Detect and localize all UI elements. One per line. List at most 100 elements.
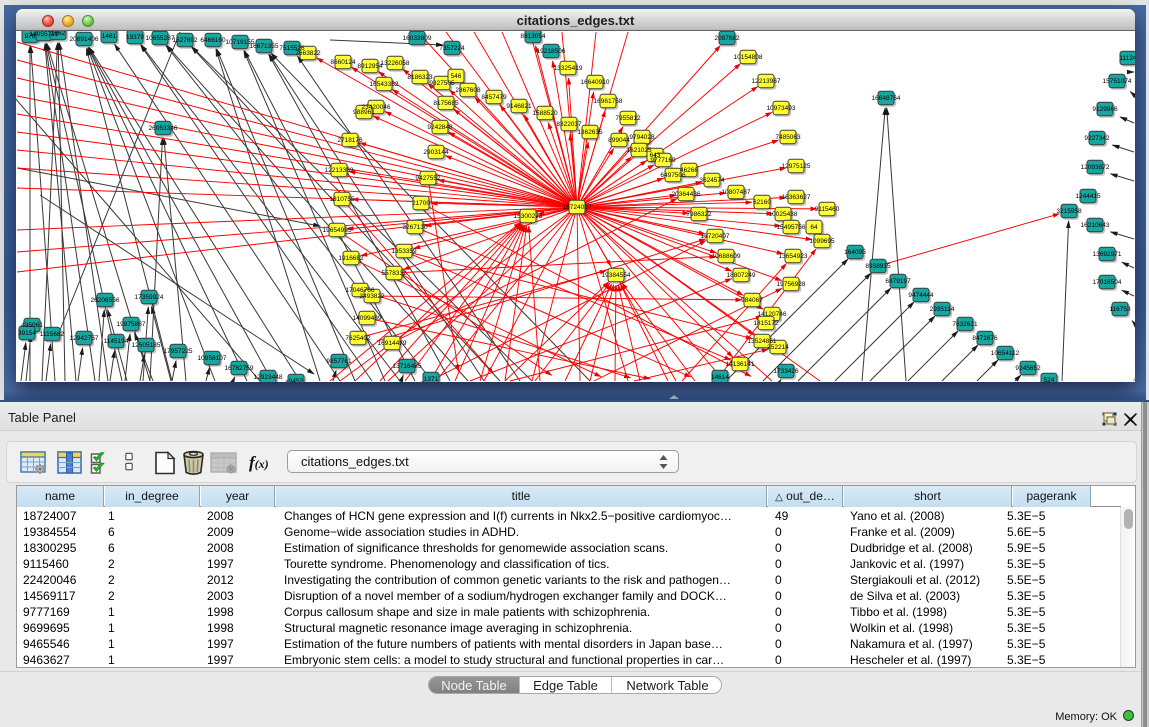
- svg-text:1115682: 1115682: [40, 331, 65, 338]
- svg-text:16543362: 16543362: [370, 81, 399, 88]
- svg-text:12093872: 12093872: [1081, 164, 1110, 171]
- svg-text:10655287: 10655287: [146, 35, 175, 42]
- svg-text:10973493: 10973493: [767, 105, 796, 112]
- svg-text:164095: 164095: [844, 249, 866, 256]
- svg-text:9115460: 9115460: [815, 206, 840, 213]
- svg-text:9227342: 9227342: [1084, 135, 1110, 142]
- svg-text:12213369: 12213369: [325, 167, 354, 174]
- svg-text:19975867: 19975867: [117, 321, 146, 328]
- svg-text:14614: 14614: [711, 374, 729, 381]
- svg-text:14099489: 14099489: [353, 315, 382, 322]
- svg-text:2087682: 2087682: [714, 35, 740, 42]
- svg-text:64: 64: [810, 224, 818, 231]
- svg-text:1244415: 1244415: [1075, 193, 1101, 200]
- svg-text:15751074: 15751074: [1103, 78, 1132, 85]
- svg-text:252214: 252214: [767, 344, 789, 351]
- svg-text:10688609: 10688609: [712, 253, 741, 260]
- svg-text:1527602: 1527602: [172, 37, 198, 44]
- svg-text:14120746: 14120746: [758, 311, 787, 318]
- svg-text:2935114: 2935114: [930, 306, 955, 313]
- svg-text:16648764: 16648764: [872, 95, 901, 102]
- svg-text:9794028: 9794028: [629, 134, 655, 141]
- svg-text:1353359: 1353359: [391, 248, 417, 255]
- svg-text:26053346: 26053346: [149, 125, 178, 132]
- svg-text:10958107: 10958107: [198, 355, 227, 362]
- svg-text:7955812: 7955812: [615, 115, 641, 122]
- svg-text:16210643: 16210643: [1081, 222, 1110, 229]
- svg-text:9245652: 9245652: [1015, 365, 1041, 372]
- svg-text:1862: 1862: [51, 31, 66, 37]
- svg-text:12975125: 12975125: [782, 163, 811, 170]
- svg-text:39154: 39154: [18, 330, 36, 337]
- svg-text:11124: 11124: [1119, 55, 1135, 62]
- svg-text:16671355: 16671355: [250, 43, 279, 50]
- svg-text:26206556: 26206556: [91, 297, 120, 304]
- svg-text:15495756: 15495756: [777, 224, 806, 231]
- svg-text:18807249: 18807249: [727, 272, 756, 279]
- svg-text:14136141: 14136141: [726, 361, 755, 368]
- svg-text:16782759: 16782759: [225, 365, 254, 372]
- svg-text:988961: 988961: [353, 109, 375, 116]
- svg-text:12942757: 12942757: [70, 335, 99, 342]
- svg-text:13226058: 13226058: [381, 60, 410, 67]
- svg-text:20364436: 20364436: [672, 191, 701, 198]
- svg-text:15300273: 15300273: [514, 213, 543, 220]
- svg-text:12213967: 12213967: [752, 78, 781, 85]
- svg-text:12505185: 12505185: [132, 342, 161, 349]
- svg-text:3493822: 3493822: [359, 293, 385, 300]
- svg-text:2903144: 2903144: [423, 149, 449, 156]
- svg-text:19379: 19379: [126, 34, 144, 41]
- svg-text:8175685: 8175685: [433, 100, 459, 107]
- svg-text:17359924: 17359924: [135, 294, 164, 301]
- svg-text:6466160: 6466160: [200, 37, 226, 44]
- svg-text:7485063: 7485063: [775, 134, 801, 141]
- svg-text:10025438: 10025438: [769, 211, 798, 218]
- svg-text:3267130: 3267130: [402, 224, 428, 231]
- svg-text:1621025: 1621025: [626, 147, 652, 154]
- svg-text:1461: 1461: [102, 33, 117, 40]
- svg-text:8322037: 8322037: [556, 121, 582, 128]
- svg-text:13692971: 13692971: [1093, 251, 1122, 258]
- svg-text:5578332: 5578332: [381, 270, 407, 277]
- svg-text:9129966: 9129966: [1092, 106, 1118, 113]
- svg-text:3624574: 3624574: [699, 177, 725, 184]
- svg-text:13325419: 13325419: [554, 65, 583, 72]
- svg-text:16033809: 16033809: [403, 35, 432, 42]
- svg-text:1099695: 1099695: [809, 238, 835, 245]
- svg-text:9452: 9452: [289, 378, 304, 382]
- svg-text:8938935: 8938935: [865, 263, 891, 270]
- svg-text:1815172: 1815172: [753, 320, 779, 327]
- svg-text:20691406: 20691406: [70, 36, 99, 43]
- svg-text:435061: 435061: [21, 322, 43, 329]
- svg-text:1371: 1371: [424, 376, 439, 382]
- svg-text:9427552: 9427552: [415, 175, 441, 182]
- svg-text:7986322: 7986322: [686, 211, 712, 218]
- svg-text:1810755: 1810755: [329, 196, 355, 203]
- svg-text:2718176: 2718176: [337, 137, 363, 144]
- svg-text:19218506: 19218506: [537, 48, 566, 55]
- svg-text:3215958: 3215958: [1056, 208, 1082, 215]
- svg-text:7632621: 7632621: [952, 321, 978, 328]
- svg-text:8471676: 8471676: [972, 335, 998, 342]
- svg-text:2867608: 2867608: [455, 87, 481, 94]
- svg-text:899044: 899044: [608, 137, 630, 144]
- svg-text:18724007: 18724007: [563, 204, 592, 211]
- svg-text:984067: 984067: [741, 297, 763, 304]
- svg-text:10154808: 10154808: [734, 54, 763, 61]
- svg-text:12923448: 12923448: [254, 374, 283, 381]
- svg-text:21700: 21700: [412, 200, 430, 207]
- svg-text:13720407: 13720407: [701, 233, 730, 240]
- svg-text:16914479: 16914479: [378, 340, 407, 347]
- svg-text:19384554: 19384554: [602, 272, 631, 279]
- svg-text:9777169: 9777169: [650, 157, 676, 164]
- svg-text:9857761: 9857761: [326, 358, 352, 365]
- svg-text:6497506: 6497506: [660, 172, 686, 179]
- svg-text:17016504: 17016504: [1093, 279, 1122, 286]
- svg-text:13654923: 13654923: [779, 253, 808, 260]
- svg-text:9146821: 9146821: [506, 103, 532, 110]
- svg-text:7663822: 7663822: [295, 50, 321, 57]
- svg-text:9474444: 9474444: [908, 292, 934, 299]
- svg-text:16961758: 16961758: [594, 98, 623, 105]
- svg-text:9327505: 9327505: [429, 80, 455, 87]
- svg-text:16640910: 16640910: [581, 79, 610, 86]
